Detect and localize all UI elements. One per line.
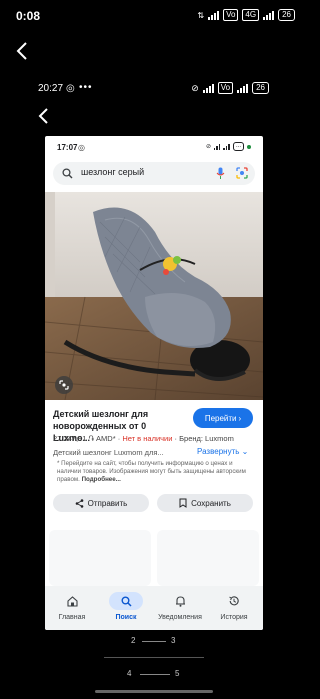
network-tag: Vo xyxy=(223,9,239,21)
back-arrow-icon[interactable] xyxy=(13,40,33,62)
history-icon xyxy=(224,592,244,610)
share-button[interactable]: Отправить xyxy=(53,494,149,512)
whatsapp-icon: ◎ xyxy=(78,143,85,152)
microphone-icon[interactable] xyxy=(216,167,225,180)
nav-search[interactable]: Поиск xyxy=(99,586,153,630)
related-result-card[interactable] xyxy=(157,530,259,586)
chevron-down-icon: ⌄ xyxy=(241,447,249,456)
signal-icon xyxy=(213,143,221,150)
bell-icon xyxy=(170,592,190,610)
privacy-indicator-icon xyxy=(247,144,251,149)
nav-home[interactable]: Главная xyxy=(45,586,99,630)
share-label: Отправить xyxy=(87,498,128,508)
signal-icon xyxy=(223,143,230,150)
search-query[interactable]: шезлонг серый xyxy=(81,167,144,177)
signal-icon xyxy=(263,10,275,20)
page-number[interactable]: 3 xyxy=(171,636,175,645)
nav-history[interactable]: История xyxy=(207,586,261,630)
google-lens-icon xyxy=(59,380,69,390)
network-tag: 4G xyxy=(242,9,260,21)
outer-status-bar: 0:08 ⇅ Vo 4G 26 xyxy=(0,0,307,34)
signal-icon xyxy=(237,83,249,93)
lens-search-button[interactable] xyxy=(55,376,73,394)
bottom-navigation: Главная Поиск Уведомления История xyxy=(45,586,263,630)
signal-icon xyxy=(208,10,220,20)
page-number[interactable]: 4 xyxy=(127,669,131,678)
home-indicator[interactable] xyxy=(95,690,213,693)
back-arrow-icon[interactable] xyxy=(36,106,52,126)
page-divider xyxy=(142,641,166,642)
nav-search-label: Поиск xyxy=(115,614,137,621)
inner-status-icons: ⊘ ... xyxy=(206,142,251,151)
product-description: Детский шезлонг Luxmom для... xyxy=(53,448,164,457)
screenshot-status-icons: ⊘ Vo 26 xyxy=(191,82,269,94)
more-link[interactable]: Подробнее... xyxy=(82,476,121,483)
gesture-bar xyxy=(104,657,204,658)
goto-site-button[interactable]: Перейти › xyxy=(193,408,253,428)
search-icon xyxy=(109,592,143,610)
bookmark-icon xyxy=(179,498,187,508)
price-row: 27 247,81 ֏ AMD* · Нет в наличии · Бренд… xyxy=(53,434,263,444)
stock-status: Нет в наличии xyxy=(122,434,173,443)
product-image[interactable] xyxy=(45,192,263,400)
save-button[interactable]: Сохранить xyxy=(157,494,253,512)
google-lens-icon[interactable] xyxy=(236,167,248,179)
price-disclaimer: * Перейдите на сайт, чтобы получить инфо… xyxy=(57,460,253,484)
nav-history-label: История xyxy=(220,614,248,621)
battery-icon: ... xyxy=(232,142,244,151)
share-icon xyxy=(75,498,83,508)
status-time: 0:08 xyxy=(16,9,41,23)
wifi-off-icon: ⊘ xyxy=(205,144,211,150)
battery-icon: 26 xyxy=(278,9,295,21)
data-arrows-icon: ⇅ xyxy=(197,10,205,20)
home-icon xyxy=(62,592,82,610)
signal-icon xyxy=(202,83,214,93)
price: 27 247,81 ֏ AMD* xyxy=(53,434,116,443)
inner-status-bar: 17:07 ◎ ⊘ ... xyxy=(45,136,263,156)
inner-status-time: 17:07 xyxy=(57,143,78,152)
page-divider xyxy=(140,674,170,675)
search-bar[interactable]: шезлонг серый xyxy=(53,162,255,185)
notification-dots: ••• xyxy=(79,82,93,93)
nav-notifications[interactable]: Уведомления xyxy=(153,586,207,630)
expand-label: Развернуть xyxy=(197,447,240,456)
bouncer-photo xyxy=(45,192,263,400)
goto-label: Перейти xyxy=(204,413,237,423)
nav-notifications-label: Уведомления xyxy=(158,614,202,621)
save-label: Сохранить xyxy=(191,498,231,508)
page-number[interactable]: 5 xyxy=(175,669,179,678)
status-icons: ⇅ Vo 4G 26 xyxy=(197,9,295,21)
nav-home-label: Главная xyxy=(58,614,86,621)
network-tag: Vo xyxy=(217,82,234,94)
screenshot-status-time: 20:27 xyxy=(38,83,64,94)
brand: Бренд: Luxmom xyxy=(179,434,234,443)
expand-button[interactable]: Развернуть ⌄ xyxy=(197,447,248,456)
wifi-off-icon: ⊘ xyxy=(191,82,199,93)
whatsapp-icon: ◎ xyxy=(66,83,75,94)
chevron-right-icon: › xyxy=(238,413,242,423)
related-result-card[interactable] xyxy=(49,530,151,586)
search-icon xyxy=(62,168,73,179)
battery-icon: 26 xyxy=(252,82,269,94)
page-number[interactable]: 2 xyxy=(131,636,135,645)
inner-screenshot: 17:07 ◎ ⊘ ... шезлонг серый Детский шезл… xyxy=(45,136,263,630)
